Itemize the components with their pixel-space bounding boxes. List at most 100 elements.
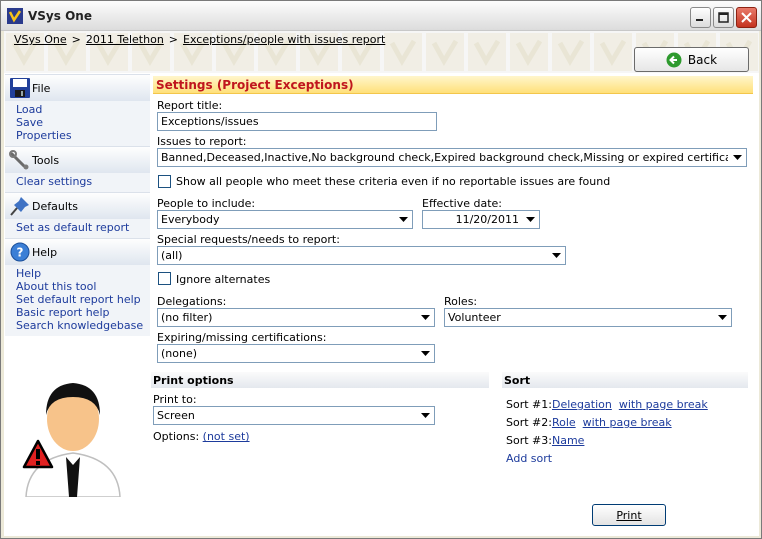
sort-field-link[interactable]: Name [552,434,584,447]
certifications-select[interactable]: (none) [157,344,435,363]
delegations-select[interactable]: (no filter) [157,308,435,327]
breadcrumb-telethon[interactable]: 2011 Telethon [86,33,164,46]
wrench-icon [9,150,29,170]
sidebar-item-load[interactable]: Load [16,103,150,116]
app-window: VSys One VSys One > 2011 Telethon > Exce… [0,0,762,539]
sidebar-item-default-report-help[interactable]: Set default report help [16,293,150,306]
minimize-button[interactable] [690,7,711,28]
options-link[interactable]: (not set) [203,430,250,443]
sort-row-label: Sort #1: [506,398,552,411]
pushpin-icon [10,197,29,216]
dropdown-arrow-icon [418,310,433,325]
dropdown-arrow-icon [418,346,433,361]
add-sort-link[interactable]: Add sort [506,452,552,465]
dropdown-arrow-icon [549,248,564,263]
svg-text:?: ? [17,246,24,260]
minimize-icon [696,19,703,21]
sort-field-link[interactable]: Delegation [552,398,612,411]
issues-label: Issues to report: [157,135,247,148]
show-all-label: Show all people who meet these criteria … [176,175,611,188]
effective-date-value: 11/20/2011 [455,213,519,226]
sidebar-item-help[interactable]: Help [16,267,150,280]
issues-select-value: Banned,Deceased,Inactive,No background c… [161,151,728,164]
settings-header: Settings (Project Exceptions) [153,76,753,94]
sidebar-group-file-label: File [32,82,51,95]
options-label: Options: [153,430,200,443]
client-area: VSys One > 2011 Telethon > Exceptions/pe… [4,31,759,536]
sidebar-help-items: Help About this tool Set default report … [5,265,150,336]
sidebar-file-items: Load Save Properties [5,101,150,146]
dropdown-arrow-icon [396,212,411,227]
sidebar-group-tools[interactable]: Tools [5,146,150,173]
sidebar-item-properties[interactable]: Properties [16,129,150,142]
sidebar-group-defaults[interactable]: Defaults [5,192,150,219]
roles-value: Volunteer [448,311,501,324]
sort-field-link[interactable]: Role [552,416,576,429]
print-options-header: Print options [151,372,489,388]
show-all-checkbox[interactable] [158,175,171,188]
certifications-value: (none) [161,347,198,360]
title-bar[interactable]: VSys One [1,1,761,31]
sidebar-item-save[interactable]: Save [16,116,150,129]
back-button-label: Back [687,52,718,67]
ignore-alternates-label: Ignore alternates [176,273,271,286]
print-to-value: Screen [157,409,195,422]
sidebar-tools-items: Clear settings [5,173,150,192]
delegations-value: (no filter) [161,311,213,324]
dropdown-arrow-icon [715,310,730,325]
sidebar-item-basic-report-help[interactable]: Basic report help [16,306,150,319]
issues-select[interactable]: Banned,Deceased,Inactive,No background c… [157,148,747,167]
window-title: VSys One [28,9,92,23]
effective-date-picker[interactable]: 11/20/2011 [422,210,540,229]
dropdown-arrow-icon [523,212,538,227]
breadcrumb-current-report[interactable]: Exceptions/people with issues report [183,33,385,46]
maximize-button[interactable] [713,7,734,28]
sidebar-group-defaults-label: Defaults [32,200,78,213]
sidebar-group-file[interactable]: File [5,74,150,101]
sidebar-item-set-default[interactable]: Set as default report [16,221,150,234]
print-to-label: Print to: [153,393,197,406]
people-select[interactable]: Everybody [157,210,413,229]
print-to-select[interactable]: Screen [153,406,435,425]
report-title-input[interactable]: Exceptions/issues [157,112,437,131]
sort-header: Sort [502,372,748,388]
breadcrumb: VSys One > 2011 Telethon > Exceptions/pe… [14,33,385,46]
sidebar-group-tools-label: Tools [32,154,60,167]
breadcrumb-vsys-one[interactable]: VSys One [14,33,67,46]
sidebar: File Load Save Properties Tools Clear se… [5,74,150,370]
effective-date-label: Effective date: [422,197,502,210]
sort-row-1: Sort #1:Delegation with page break [506,398,708,411]
print-button[interactable]: Print [592,504,666,526]
report-title-label: Report title: [157,99,223,112]
sort-row-2: Sort #2:Role with page break [506,416,672,429]
ignore-alternates-checkbox[interactable] [158,272,171,285]
floppy-disk-icon [10,78,30,98]
help-icon: ? [10,242,30,262]
special-requests-select[interactable]: (all) [157,246,566,265]
sidebar-group-help[interactable]: ? Help [5,238,150,265]
sidebar-defaults-items: Set as default report [5,219,150,238]
sort-page-break-link[interactable]: with page break [583,416,672,429]
back-button[interactable]: Back [634,47,749,72]
sort-page-break-link[interactable]: with page break [619,398,708,411]
people-select-value: Everybody [161,213,220,226]
roles-select[interactable]: Volunteer [444,308,732,327]
sort-row-label: Sort #2: [506,416,552,429]
people-label: People to include: [157,197,256,210]
sidebar-group-help-label: Help [32,246,58,259]
dropdown-arrow-icon [418,408,433,423]
options-row: Options: (not set) [153,430,250,443]
warning-person-icon [22,383,121,497]
sidebar-item-about[interactable]: About this tool [16,280,150,293]
settings-panel: Settings (Project Exceptions) [153,76,753,94]
maximize-icon [718,12,729,23]
sidebar-item-clear-settings[interactable]: Clear settings [16,175,150,188]
close-icon [741,12,752,23]
app-logo-icon [7,8,23,24]
special-requests-value: (all) [161,249,183,262]
sidebar-item-search-kb[interactable]: Search knowledgebase [16,319,150,332]
back-arrow-icon [666,52,682,67]
certifications-label: Expiring/missing certifications: [157,331,327,344]
close-button[interactable] [736,7,757,28]
roles-label: Roles: [444,295,478,308]
